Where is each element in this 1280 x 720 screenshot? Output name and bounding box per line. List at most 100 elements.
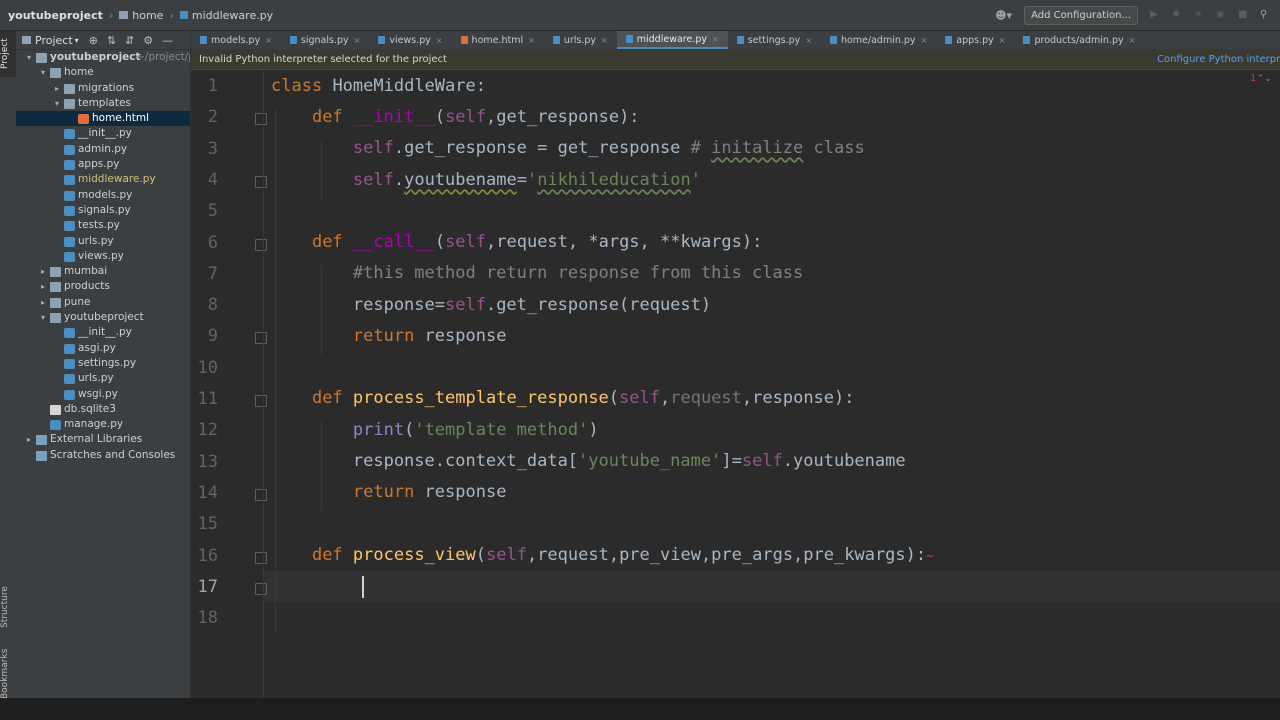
fold-marker-icon[interactable] <box>255 238 267 251</box>
close-icon[interactable]: × <box>712 35 719 44</box>
fold-marker-icon[interactable] <box>255 113 267 126</box>
tree-item[interactable]: apps.py <box>16 157 190 172</box>
collapse-all-icon[interactable]: ⇵ <box>125 34 134 47</box>
tree-item[interactable]: db.sqlite3 <box>16 402 190 417</box>
locate-icon[interactable]: ⊕ <box>89 34 98 47</box>
tree-item[interactable]: manage.py <box>16 417 190 432</box>
chevron-down-icon[interactable]: ▾ <box>75 36 79 45</box>
line-number[interactable]: 16 <box>191 546 218 566</box>
structure-tool-tab[interactable]: Structure <box>0 579 16 635</box>
line-number[interactable]: 15 <box>191 514 218 534</box>
inspection-widget-icon[interactable]: ⌃⌄ <box>1257 74 1272 84</box>
line-number[interactable]: 5 <box>191 201 218 221</box>
chevron-down-icon[interactable]: ▾ <box>38 65 48 80</box>
tree-item[interactable]: ▸ products <box>16 279 190 294</box>
editor-tab[interactable]: apps.py × <box>936 31 1014 49</box>
tree-item[interactable]: ▸ External Libraries <box>16 432 190 447</box>
close-icon[interactable]: × <box>805 36 812 45</box>
project-tool-tab[interactable]: Project <box>0 31 16 77</box>
tree-item[interactable]: ▸ mumbai <box>16 264 190 279</box>
tree-item[interactable]: views.py <box>16 249 190 264</box>
line-number[interactable]: 4 <box>191 170 218 190</box>
search-icon[interactable]: ⚲ <box>1260 10 1270 20</box>
fold-marker-icon[interactable] <box>255 395 267 407</box>
editor-tab[interactable]: products/admin.py × <box>1014 31 1144 49</box>
stop-icon[interactable]: ■ <box>1238 10 1248 20</box>
expand-all-icon[interactable]: ⇅ <box>107 34 116 47</box>
tree-item[interactable]: signals.py <box>16 203 190 218</box>
code-editor[interactable]: 1 2 3 4 5 6 7 8 9 10 11 12 13 14 15 16 17 18 1 ⌃⌄ class H… <box>191 70 1280 698</box>
line-number[interactable]: 3 <box>191 139 218 159</box>
line-number[interactable]: 14 <box>191 483 218 503</box>
line-number[interactable]: 2 <box>191 107 218 127</box>
editor-tab[interactable]: home/admin.py × <box>821 31 936 49</box>
line-number[interactable]: 10 <box>191 358 218 378</box>
chevron-down-icon[interactable]: ▾ <box>52 96 62 111</box>
editor-tab[interactable]: models.py × <box>191 31 281 49</box>
chevron-down-icon[interactable]: ▾ <box>38 310 48 325</box>
line-number[interactable]: 1 <box>191 76 218 96</box>
tree-item[interactable]: wsgi.py <box>16 387 190 402</box>
chevron-right-icon[interactable]: ▸ <box>38 264 48 279</box>
fold-marker-icon[interactable] <box>255 175 267 188</box>
fold-marker-icon[interactable] <box>255 332 267 345</box>
tree-item[interactable]: admin.py <box>16 142 190 157</box>
tree-item[interactable]: models.py <box>16 188 190 203</box>
editor-tab[interactable]: settings.py × <box>728 31 821 49</box>
line-number[interactable]: 9 <box>191 326 218 346</box>
line-number[interactable]: 8 <box>191 295 218 315</box>
fold-marker-icon[interactable] <box>255 582 267 595</box>
tree-item[interactable]: __init__.py <box>16 325 190 340</box>
tree-item[interactable]: urls.py <box>16 234 190 249</box>
close-icon[interactable]: × <box>601 36 608 45</box>
user-icon[interactable]: ☻▾ <box>995 9 1012 22</box>
line-number[interactable]: 11 <box>191 389 218 409</box>
chevron-right-icon[interactable]: ▸ <box>24 432 34 447</box>
line-number[interactable]: 12 <box>191 420 218 440</box>
chevron-right-icon[interactable]: ▸ <box>38 279 48 294</box>
hide-icon[interactable]: — <box>162 34 173 47</box>
debug-icon[interactable]: ✹ <box>1172 10 1182 20</box>
close-icon[interactable]: × <box>999 36 1006 45</box>
configure-interpreter-link[interactable]: Configure Python interpreter <box>1157 54 1280 65</box>
line-number[interactable]: 18 <box>191 608 218 628</box>
line-number[interactable]: 17 <box>191 577 218 597</box>
tree-item[interactable]: ▾ templates <box>16 96 190 111</box>
tree-item[interactable]: middleware.py <box>16 172 190 187</box>
tree-item[interactable]: ▾ youtubeproject <box>16 310 190 325</box>
close-icon[interactable]: × <box>528 36 535 45</box>
run-icon[interactable]: ▶ <box>1150 10 1160 20</box>
fold-marker-icon[interactable] <box>255 488 267 501</box>
gear-icon[interactable]: ⚙ <box>143 34 153 47</box>
tree-item[interactable]: settings.py <box>16 356 190 371</box>
profile-icon[interactable]: ◉ <box>1216 10 1226 20</box>
project-view-selector[interactable]: Project <box>35 34 73 47</box>
tree-item[interactable]: home.html <box>16 111 190 127</box>
tree-item[interactable]: asgi.py <box>16 341 190 356</box>
tree-item[interactable]: urls.py <box>16 371 190 386</box>
line-number[interactable]: 13 <box>191 452 218 472</box>
tree-item[interactable]: tests.py <box>16 218 190 233</box>
close-icon[interactable]: × <box>354 36 361 45</box>
error-indicator[interactable]: 1 <box>1250 74 1256 84</box>
tree-item[interactable]: __init__.py <box>16 126 190 141</box>
chevron-right-icon[interactable]: ▸ <box>38 295 48 310</box>
fold-marker-icon[interactable] <box>255 551 267 564</box>
tree-item[interactable]: Scratches and Consoles <box>16 448 190 463</box>
tree-item[interactable]: ▸ pune <box>16 295 190 310</box>
chevron-down-icon[interactable]: ▾ <box>24 50 34 65</box>
close-icon[interactable]: × <box>265 36 272 45</box>
editor-tab[interactable]: signals.py × <box>281 31 369 49</box>
close-icon[interactable]: × <box>436 36 443 45</box>
tree-item[interactable]: ▾ home <box>16 65 190 80</box>
close-icon[interactable]: × <box>921 36 928 45</box>
editor-tab[interactable]: home.html × <box>452 31 544 49</box>
editor-tab[interactable]: views.py × <box>369 31 451 49</box>
line-number[interactable]: 6 <box>191 233 218 253</box>
editor-tab[interactable]: urls.py × <box>544 31 617 49</box>
close-icon[interactable]: × <box>1129 36 1136 45</box>
breadcrumb-file[interactable]: middleware.py <box>192 9 273 22</box>
line-number[interactable]: 7 <box>191 264 218 284</box>
breadcrumb-home[interactable]: home <box>132 9 163 22</box>
chevron-right-icon[interactable]: ▸ <box>52 81 62 96</box>
